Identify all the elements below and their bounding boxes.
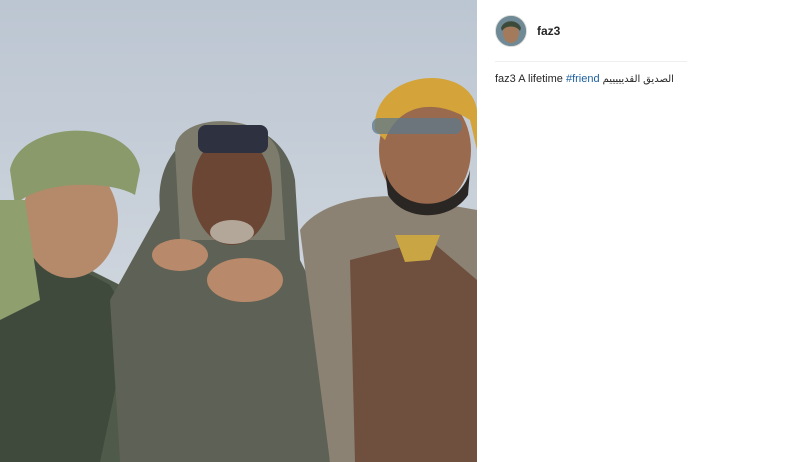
- author-avatar[interactable]: [495, 15, 527, 47]
- author-username[interactable]: faz3: [537, 24, 560, 38]
- caption-arabic-text: الصديق القديييييم: [602, 74, 674, 85]
- post-photo[interactable]: [0, 0, 477, 462]
- caption-username[interactable]: faz3: [495, 73, 516, 85]
- caption-hashtag[interactable]: #friend: [566, 73, 600, 85]
- post-photo-illustration: [0, 0, 477, 462]
- instagram-post: faz3 faz3 A lifetime #friend الصديق القد…: [0, 0, 800, 462]
- caption-text: A lifetime: [518, 73, 563, 85]
- header-divider: [495, 61, 687, 62]
- avatar-image: [496, 16, 526, 46]
- post-sidebar: faz3 faz3 A lifetime #friend الصديق القد…: [477, 0, 800, 462]
- post-caption: faz3 A lifetime #friend الصديق القدييييي…: [495, 72, 795, 87]
- post-header: faz3: [495, 13, 777, 49]
